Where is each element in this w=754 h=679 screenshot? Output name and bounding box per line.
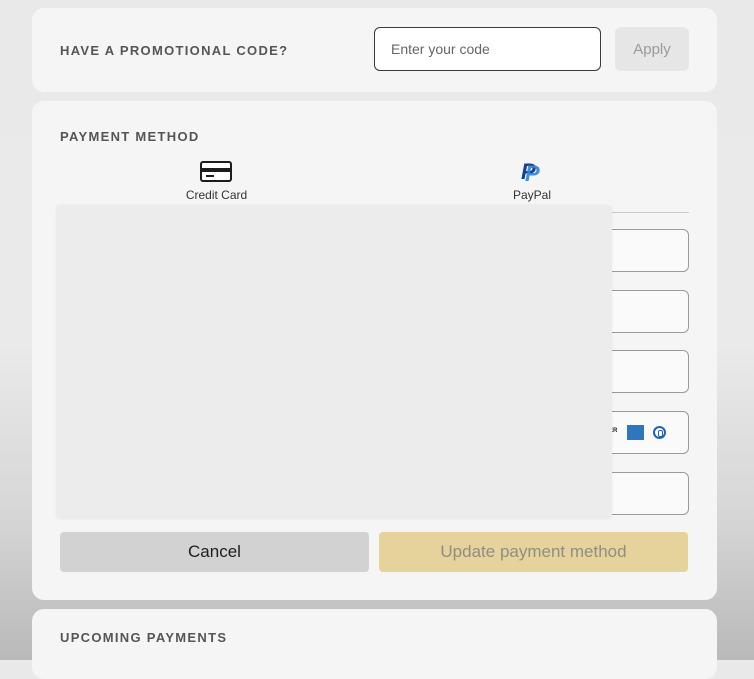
apply-button[interactable]: Apply xyxy=(615,27,689,71)
promo-code-input[interactable] xyxy=(374,27,601,71)
payment-method-label: PAYMENT METHOD xyxy=(60,129,200,144)
tab-paypal[interactable]: PP PayPal xyxy=(375,153,689,213)
update-payment-method-button[interactable]: Update payment method xyxy=(379,532,688,572)
upcoming-payments-card: UPCOMING PAYMENTS xyxy=(32,609,717,679)
tab-credit-card[interactable]: Credit Card xyxy=(58,153,375,213)
promo-code-label: HAVE A PROMOTIONAL CODE? xyxy=(60,43,289,58)
cancel-button[interactable]: Cancel xyxy=(60,532,369,572)
tab-paypal-label: PayPal xyxy=(512,188,552,202)
paypal-icon: PP xyxy=(521,159,540,186)
amex-icon xyxy=(627,425,644,440)
credit-card-icon xyxy=(200,161,232,182)
diners-club-icon xyxy=(653,426,666,439)
redacted-overlay xyxy=(56,205,612,519)
tab-credit-card-label: Credit Card xyxy=(185,188,248,202)
upcoming-payments-label: UPCOMING PAYMENTS xyxy=(60,630,228,645)
promo-code-card: HAVE A PROMOTIONAL CODE? Apply xyxy=(32,8,717,92)
